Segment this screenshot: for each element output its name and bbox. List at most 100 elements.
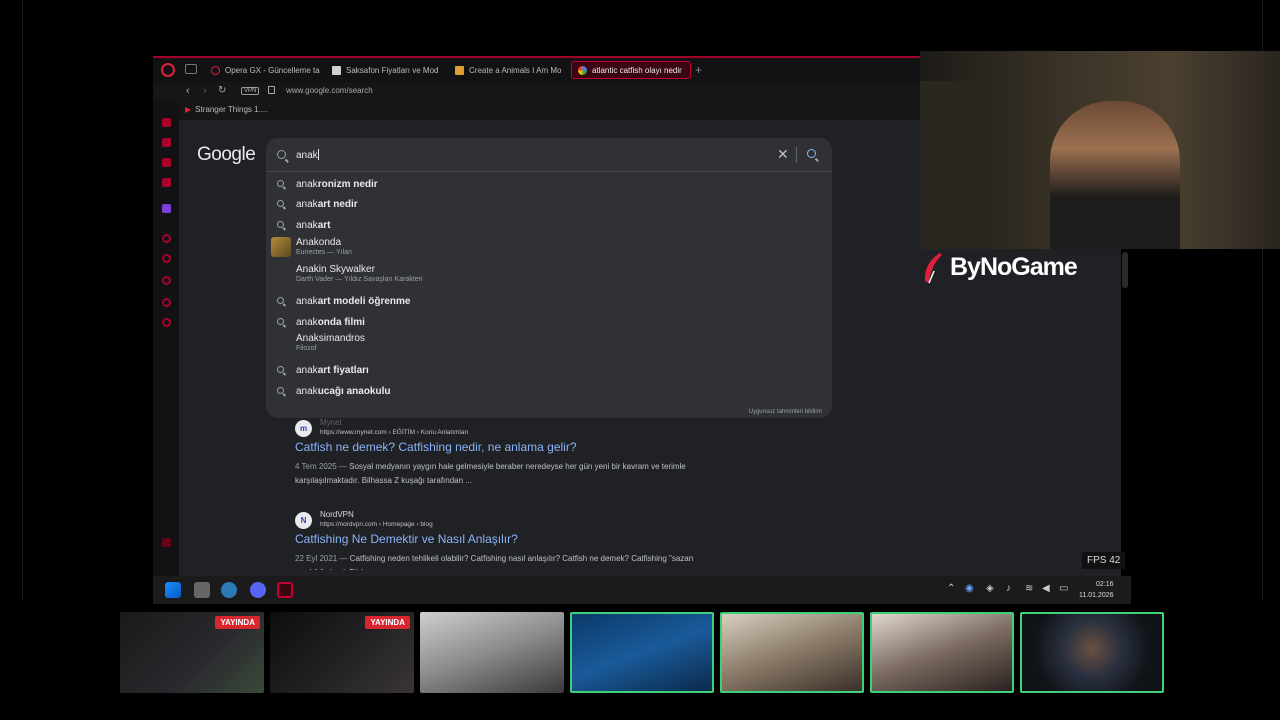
search-icon (277, 200, 284, 207)
opera-gx-logo-icon[interactable] (161, 63, 175, 77)
youtube-icon: ▶ (185, 105, 192, 114)
forward-icon[interactable]: › (203, 85, 207, 97)
suggestion-entity[interactable]: Anakin Skywalker Darth Vader — Yıldız Sa… (266, 263, 832, 287)
windows-start-icon[interactable] (165, 582, 181, 598)
result-title-link[interactable]: Catfish ne demek? Catfishing nedir, ne a… (295, 440, 577, 454)
suggestion-item[interactable]: anakart fiyatları (266, 360, 832, 380)
sidebar-chat-icon[interactable] (162, 158, 171, 167)
stream-thumbnail[interactable]: YAYINDA (120, 612, 264, 693)
live-badge: YAYINDA (215, 616, 260, 629)
suggestion-item[interactable]: anakucağı anaokulu (266, 381, 832, 401)
entity-description: Filozof (296, 345, 317, 352)
url-field[interactable]: www.google.com/search (286, 86, 373, 95)
search-icon (277, 366, 284, 373)
sidebar-pin-icon[interactable] (162, 298, 171, 307)
brand-name: ByNoGame (950, 253, 1078, 281)
stream-thumbnail[interactable] (420, 612, 564, 693)
tab-label: atlantic catfish olayı nedir (592, 65, 682, 75)
tray-chevron-icon[interactable]: ⌃ (947, 583, 955, 594)
settings-app-icon[interactable] (221, 582, 237, 598)
suggestion-item[interactable]: anakronizm nedir (266, 174, 832, 194)
suggestion-text: anakart nedir (296, 199, 358, 210)
bynogame-logo: ByNoGame (920, 251, 1120, 287)
tab-saksafon[interactable]: Saksafon Fiyatları ve Mod (326, 61, 444, 79)
entity-name: Anakin Skywalker (296, 264, 375, 275)
suggestion-entity[interactable]: Anakonda Eunectes — Yılan (266, 236, 832, 260)
taskbar-clock[interactable]: 02:16 11.01.2026 (1079, 579, 1114, 601)
sidebar-music-icon[interactable] (162, 234, 171, 243)
tray-app-icon[interactable]: ◉ (965, 583, 974, 594)
entity-name: Anakonda (296, 237, 342, 248)
suggestion-item[interactable]: anakonda filmi (266, 312, 832, 332)
stream-thumbnail[interactable] (570, 612, 714, 693)
tab-google-search[interactable]: atlantic catfish olayı nedir (571, 61, 691, 79)
tab-opera-gx[interactable]: Opera GX - Güncelleme ta (205, 61, 323, 79)
wifi-icon[interactable]: ≋ (1025, 583, 1033, 594)
entity-description: Eunectes — Yılan (296, 249, 352, 256)
entity-description: Darth Vader — Yıldız Savaşları Karakteri (296, 276, 423, 283)
sidebar-mail-icon[interactable] (162, 178, 171, 187)
result-url[interactable]: https://nordvpn.com › Homepage › blog (320, 521, 433, 528)
divider (796, 147, 797, 163)
clear-icon[interactable]: ✕ (777, 146, 789, 163)
sidebar-play-icon[interactable] (162, 254, 171, 263)
file-explorer-icon[interactable] (194, 582, 210, 598)
tray-app-icon[interactable]: ◈ (986, 583, 994, 594)
result-url[interactable]: https://www.mynet.com › EĞİTİM › Konu An… (320, 429, 468, 436)
tab-create-animals[interactable]: Create a Animals I Am Mo (449, 61, 567, 79)
suggestion-text: anakonda filmi (296, 317, 365, 328)
back-icon[interactable]: ‹ (186, 85, 190, 97)
bookmark-item[interactable]: ▶ Stranger Things 1.... (185, 105, 268, 114)
suggestion-text: anakart fiyatları (296, 365, 369, 376)
workspaces-icon[interactable] (185, 64, 197, 74)
search-submit-icon[interactable] (807, 149, 816, 158)
volume-icon[interactable]: ◀ (1042, 583, 1050, 594)
streamer (1050, 101, 1180, 249)
sidebar-bag-icon[interactable] (162, 138, 171, 147)
bynogame-feather-icon (924, 253, 942, 284)
search-input[interactable]: anak (296, 149, 319, 161)
stream-thumbnail[interactable] (1020, 612, 1164, 693)
reload-icon[interactable]: ↻ (218, 85, 226, 96)
google-logo[interactable]: Google (197, 144, 256, 166)
report-predictions-link[interactable]: Uygunsuz tahminleri bildirin (749, 409, 822, 415)
lock-icon[interactable] (268, 86, 275, 94)
discord-icon[interactable] (250, 582, 266, 598)
webcam-feed (920, 51, 1280, 249)
sidebar-settings-icon[interactable] (162, 318, 171, 327)
suggestion-item[interactable]: anakart (266, 215, 832, 235)
fps-counter: FPS 42 (1082, 552, 1126, 569)
search-box[interactable]: anak ✕ (266, 138, 832, 172)
battery-icon[interactable]: ▭ (1059, 583, 1068, 594)
suggestion-item[interactable]: anakart nedir (266, 194, 832, 214)
result-snippet: 22 Eyl 2021 — Catfishing neden tehlikeli… (295, 554, 694, 570)
microphone-icon[interactable]: ♪ (1006, 583, 1011, 594)
opera-sidebar (153, 102, 179, 576)
stream-thumbnail[interactable]: YAYINDA (270, 612, 414, 693)
entity-name: Anaksimandros (296, 333, 365, 344)
suggestion-entity[interactable]: Anaksimandros Filozof (266, 332, 832, 356)
divider (22, 0, 23, 600)
result-title-link[interactable]: Catfishing Ne Demektir ve Nasıl Anlaşılı… (295, 532, 518, 546)
sidebar-home-icon[interactable] (162, 118, 171, 127)
suggestion-item[interactable]: anakart modeli öğrenme (266, 291, 832, 311)
stream-thumbnail[interactable] (870, 612, 1014, 693)
suggestion-text: anakucağı anaokulu (296, 386, 391, 397)
stream-thumbnail[interactable] (720, 612, 864, 693)
sidebar-history-icon[interactable] (162, 276, 171, 285)
new-tab-button[interactable]: + (695, 63, 702, 77)
scrollbar[interactable] (1122, 252, 1128, 288)
result-site-name: NordVPN (320, 510, 354, 519)
page-tab-icon (455, 65, 464, 75)
twitch-icon[interactable] (162, 204, 171, 213)
search-icon (277, 221, 284, 228)
tab-label: Saksafon Fiyatları ve Mod (346, 65, 439, 75)
vpn-badge[interactable]: VPN (241, 87, 260, 95)
search-icon (277, 180, 284, 187)
opera-gx-taskbar-icon[interactable] (277, 582, 293, 598)
site-favicon: N (295, 512, 312, 529)
suggestion-text: anakronizm nedir (296, 179, 378, 190)
sidebar-more-icon[interactable] (162, 538, 171, 547)
result-snippet: 4 Tem 2025 — Sosyal medyanın yaygın hale… (295, 462, 686, 485)
live-badge: YAYINDA (365, 616, 410, 629)
